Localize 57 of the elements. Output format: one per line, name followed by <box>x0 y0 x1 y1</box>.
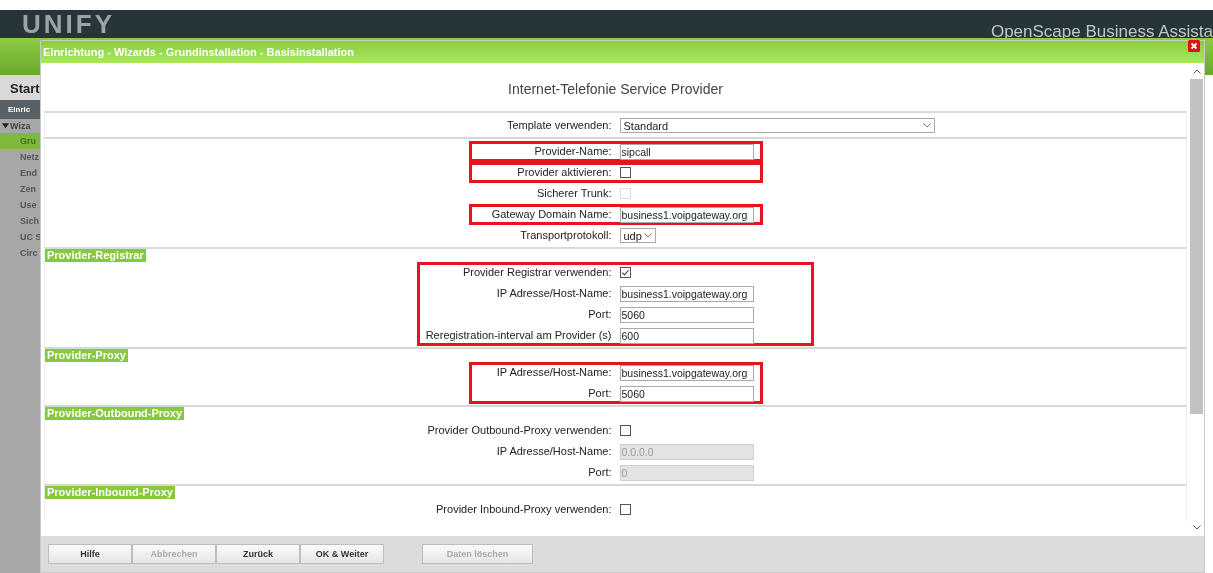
text-field[interactable]: business1.voipgateway.org <box>619 285 754 302</box>
field-label: Provider aktivieren: <box>517 165 612 180</box>
dialog-title: Einrichtung - Wizards - Grundinstallation - Basisinstallation <box>43 46 354 58</box>
field-label: Provider Inbound-Proxy verwenden: <box>436 502 612 517</box>
triangle-icon <box>2 122 9 129</box>
text-field[interactable]: business1.voipgateway.org <box>619 364 754 381</box>
dialog-button[interactable]: Hilfe <box>48 544 132 564</box>
field-label: Port: <box>588 307 612 322</box>
field-label: Template verwenden: <box>506 118 612 133</box>
form-heading: Internet-Telefonie Service Provider <box>507 80 724 99</box>
logo: UNIFY <box>22 10 115 38</box>
field-label: IP Adresse/Host-Name: <box>496 286 612 301</box>
sidebar-title: Start <box>0 75 40 100</box>
field-label: Provider Outbound-Proxy verwenden: <box>427 423 612 438</box>
section-legend: Provider-Inbound-Proxy <box>45 486 175 499</box>
checkbox[interactable] <box>619 267 631 278</box>
text-field[interactable]: 5060 <box>619 306 754 323</box>
sidebar-item[interactable]: Use <box>0 197 40 213</box>
caret-icon <box>643 233 652 238</box>
section-legend: Provider-Registrar <box>45 249 146 262</box>
field-label: Provider-Name: <box>534 144 612 159</box>
caret-icon <box>922 123 931 128</box>
dropdown[interactable]: udp <box>619 228 656 243</box>
field-label: Provider Registrar verwenden: <box>462 265 612 280</box>
checkbox[interactable] <box>619 504 631 515</box>
field-label: Transportprotokoll: <box>520 228 612 243</box>
text-field[interactable]: 600 <box>619 327 754 344</box>
text-field[interactable]: sipcall <box>619 143 754 160</box>
field-label: Reregistration-interval am Provider (s) <box>425 328 612 343</box>
text-field[interactable]: 5060 <box>619 385 754 402</box>
section-legend: Provider-Outbound-Proxy <box>45 407 185 420</box>
sidebar-section: Einric <box>0 100 40 119</box>
field-label: Gateway Domain Name: <box>491 207 612 222</box>
sidebar-item[interactable]: Netz <box>0 149 40 165</box>
sidebar-item[interactable]: End <box>0 165 40 181</box>
scroll-up-icon[interactable] <box>1192 69 1201 74</box>
field-label: Sicherer Trunk: <box>536 186 612 201</box>
field-label: IP Adresse/Host-Name: <box>496 365 612 380</box>
sidebar-item[interactable]: Sich <box>0 213 40 229</box>
sidebar-item[interactable]: Circ <box>0 245 40 261</box>
sidebar-item[interactable]: Gru <box>0 133 40 149</box>
sidebar-group[interactable]: Wiza <box>0 119 40 133</box>
dropdown[interactable]: Standard <box>619 118 935 133</box>
checkbox[interactable] <box>619 425 631 436</box>
scroll-thumb[interactable] <box>1190 79 1203 414</box>
field-label: IP Adresse/Host-Name: <box>496 444 612 459</box>
product-title: OpenScape Business Assista <box>990 22 1213 42</box>
scroll-down-icon[interactable] <box>1192 525 1201 530</box>
dialog-button[interactable]: OK & Weiter <box>300 544 384 564</box>
sidebar-item[interactable]: Zen <box>0 181 40 197</box>
field-label: Port: <box>588 465 612 480</box>
checkbox[interactable] <box>619 167 631 178</box>
close-icon[interactable] <box>1188 40 1200 52</box>
dialog-button[interactable]: Zurück <box>216 544 300 564</box>
field-label: Port: <box>588 386 612 401</box>
text-field[interactable]: business1.voipgateway.org <box>619 206 754 223</box>
section-legend: Provider-Proxy <box>45 349 128 362</box>
